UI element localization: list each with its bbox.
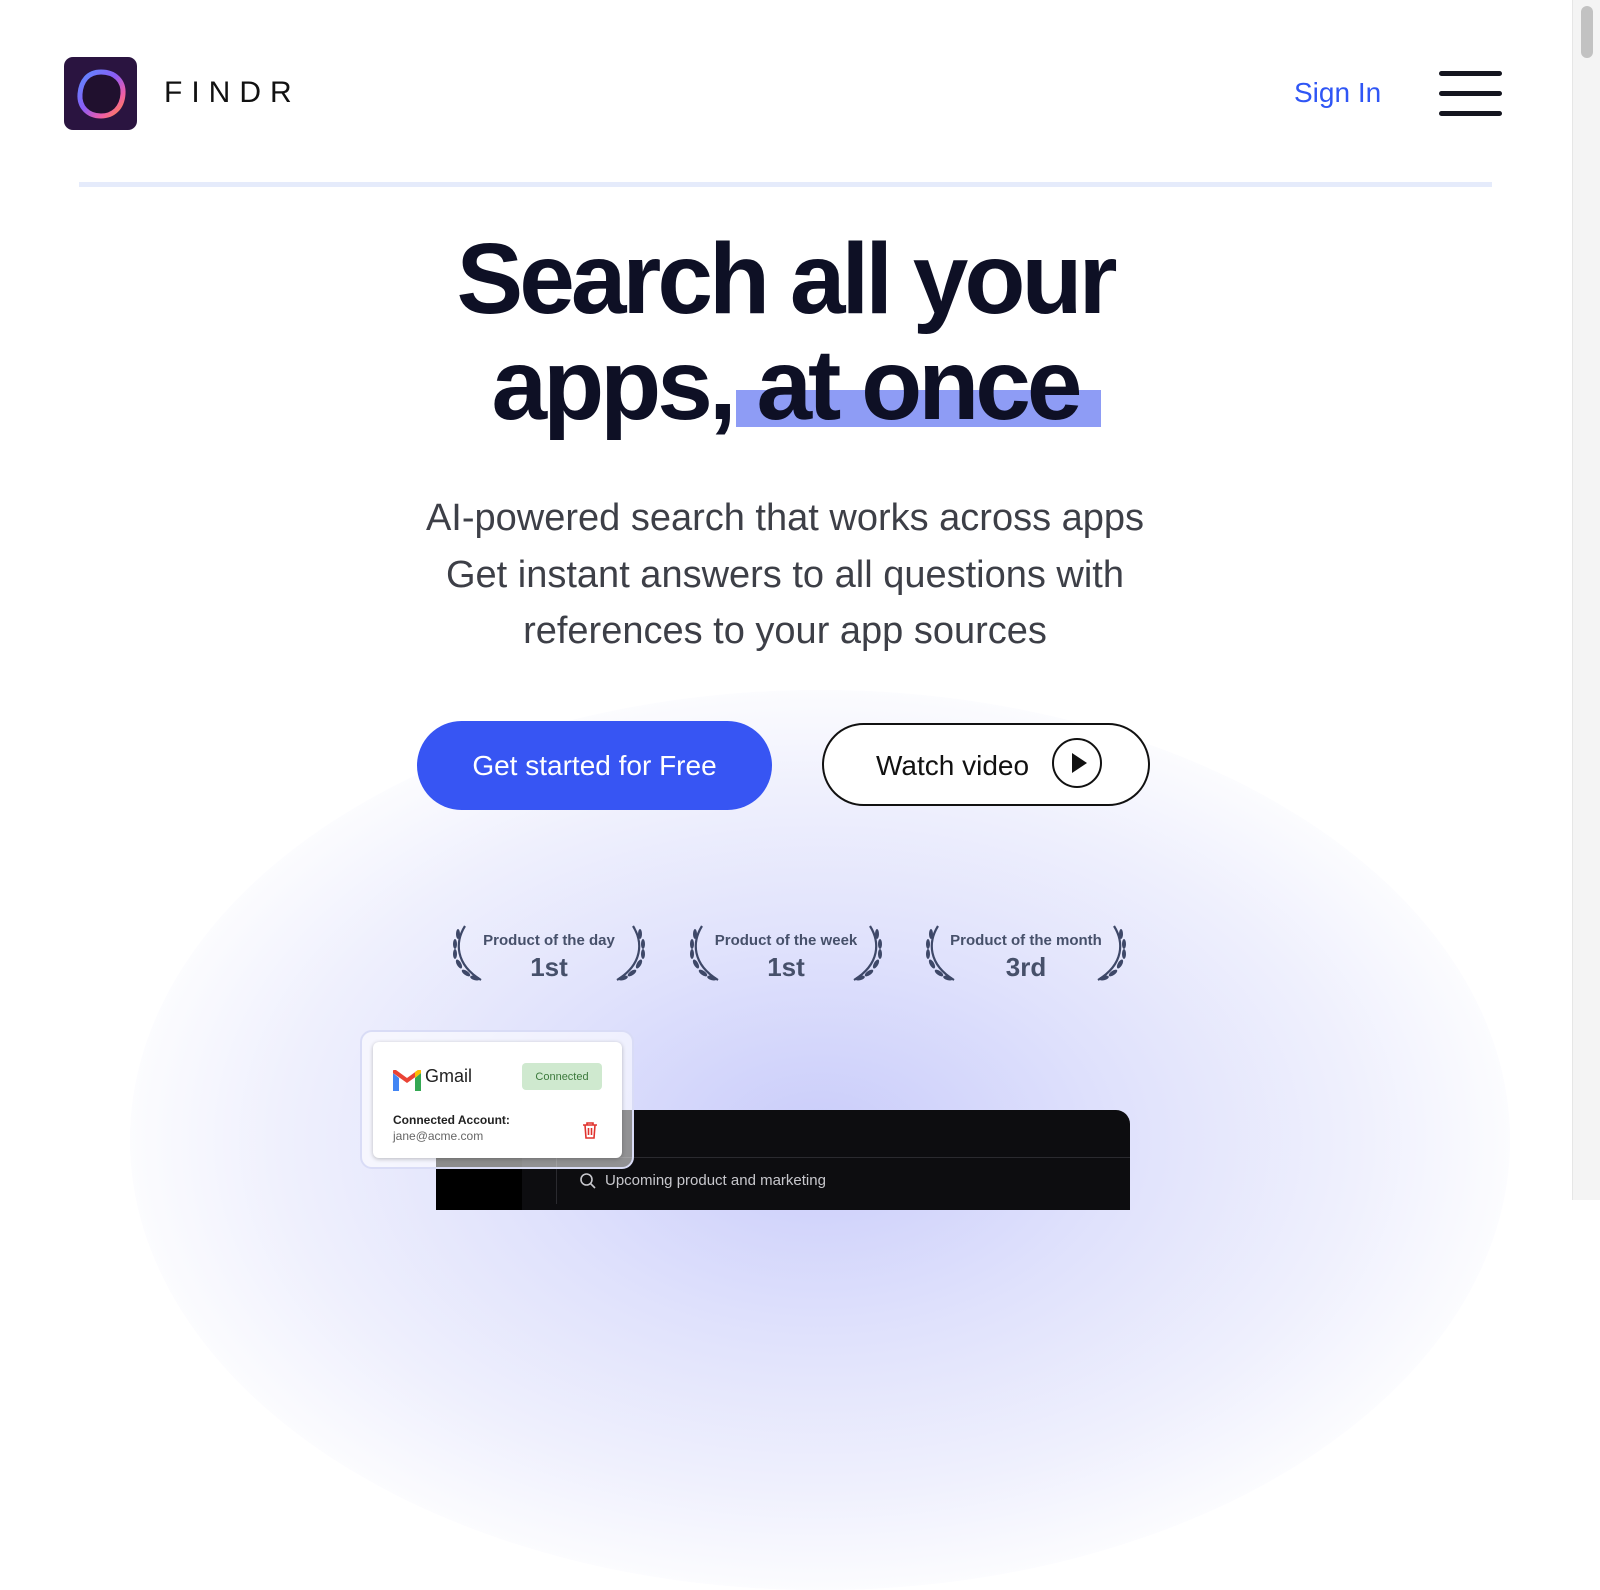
award-rank: 3rd: [1005, 952, 1047, 982]
award-product-of-the-month: Product of the month 3rd: [922, 918, 1130, 988]
gmail-app-name: Gmail: [425, 1066, 473, 1086]
award-label: Product of the week: [714, 932, 858, 949]
hero-title-line1: Search all your: [456, 223, 1118, 335]
menu-icon[interactable]: [1439, 71, 1502, 116]
hero-title-highlight: at once: [736, 329, 1101, 441]
hero-title-plain: apps,: [491, 329, 736, 441]
hero-subtitle: AI-powered search that works across apps…: [330, 490, 1240, 660]
get-started-button[interactable]: Get started for Free: [417, 721, 772, 810]
brand-name: FINDR: [164, 76, 301, 109]
watch-video-button[interactable]: Watch video: [822, 723, 1150, 806]
watch-video-label: Watch video: [876, 750, 1030, 781]
app-search-bar[interactable]: Upcoming product and marketing: [556, 1158, 1117, 1204]
search-icon: [580, 1173, 596, 1189]
award-product-of-the-day: Product of the day 1st: [449, 918, 649, 988]
app-search-query: Upcoming product and marketing: [605, 1172, 826, 1189]
sign-in-link[interactable]: Sign In: [1294, 77, 1381, 109]
subtitle-line: AI-powered search that works across apps: [425, 497, 1145, 539]
trash-icon[interactable]: [582, 1121, 598, 1139]
gmail-icon: [393, 1070, 421, 1091]
award-label: Product of the month: [950, 932, 1102, 949]
gmail-integration-card[interactable]: Gmail Connected Connected Account: jane@…: [373, 1042, 622, 1158]
award-rank: 1st: [530, 952, 568, 982]
connected-account-label: Connected Account:: [393, 1113, 510, 1127]
award-label: Product of the day: [483, 932, 615, 949]
subtitle-line: Get instant answers to all questions wit…: [445, 553, 1124, 596]
award-product-of-the-week: Product of the week 1st: [686, 918, 886, 988]
play-icon: [1052, 738, 1102, 788]
hero-title: Search all your apps, at once: [300, 226, 1270, 438]
findr-logo-icon[interactable]: [64, 57, 137, 130]
subtitle-line: references to your app sources: [523, 610, 1047, 652]
award-rank: 1st: [767, 952, 805, 982]
status-badge: Connected: [522, 1063, 602, 1090]
scrollbar-thumb[interactable]: [1581, 6, 1593, 58]
header-divider: [79, 182, 1492, 187]
connected-account-email: jane@acme.com: [393, 1129, 484, 1143]
scrollbar[interactable]: [1572, 0, 1600, 1200]
